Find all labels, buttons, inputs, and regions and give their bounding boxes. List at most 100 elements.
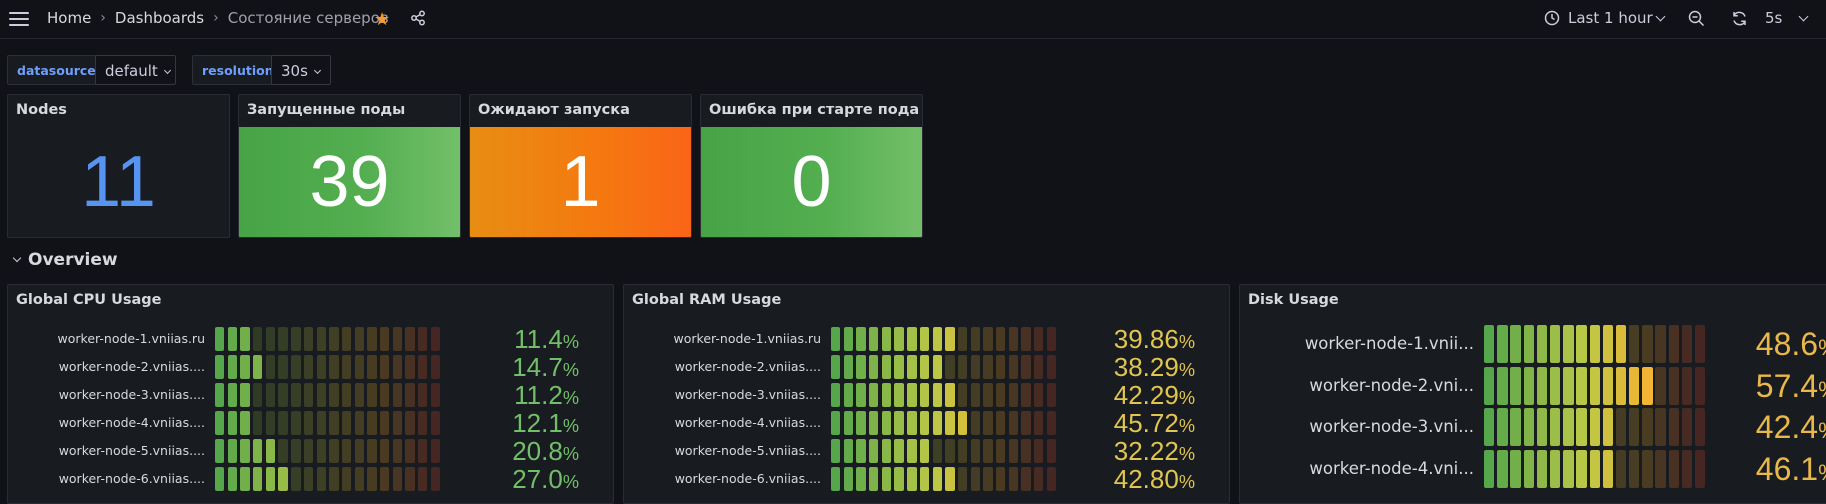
gauge-cell: [1615, 325, 1627, 363]
gauge-cell: [1695, 449, 1706, 488]
gauge-cell: [1021, 327, 1031, 351]
gauge-cell: [907, 327, 917, 351]
gauge-cell: [303, 439, 314, 463]
gauge-cell: [894, 467, 904, 491]
gauge-cell: [1510, 325, 1521, 363]
gauge-cell: [341, 439, 352, 463]
gauge-cell: [367, 327, 377, 351]
clock-icon[interactable]: [1544, 10, 1560, 30]
share-icon[interactable]: [410, 10, 426, 30]
gauge-cell: [995, 439, 1006, 463]
gauge-value-unit: %: [562, 388, 579, 408]
star-icon[interactable]: ★: [374, 9, 390, 30]
gauge-cell: [1655, 325, 1666, 363]
gauge-cell: [843, 327, 854, 351]
gauge-value-number: 11.2: [514, 380, 563, 410]
breadcrumb-dashboards[interactable]: Dashboards: [115, 9, 204, 27]
gauge-cell: [881, 411, 892, 435]
datasource-select[interactable]: default: [95, 55, 176, 85]
gauge-cell: [392, 411, 403, 435]
gauge-cell: [430, 411, 441, 435]
breadcrumb-home[interactable]: Home: [47, 9, 91, 27]
gauge-cell: [1034, 327, 1044, 351]
gauge-cell: [919, 355, 930, 379]
row-toggle-overview[interactable]: Overview: [12, 250, 118, 270]
gauge-bar: [215, 467, 441, 491]
gauge-cell: [329, 467, 339, 491]
refresh-icon[interactable]: [1731, 10, 1748, 31]
chevron-down-icon[interactable]: [1655, 11, 1666, 22]
gauge-cell: [957, 467, 968, 491]
gauge-value: 42.29%: [1114, 381, 1195, 409]
gauge-value-unit: %: [562, 416, 579, 436]
stat-panel-nodes[interactable]: Nodes 11: [7, 94, 230, 238]
gauge-cell: [1576, 325, 1587, 363]
gauge-cell: [1549, 449, 1561, 488]
gauge-cell: [392, 355, 403, 379]
gauge-bar: [1484, 449, 1706, 488]
gauge-cell: [240, 411, 250, 435]
gauge-value-unit: %: [1818, 377, 1826, 402]
panel-disk-usage[interactable]: Disk Usage worker-node-1.vnii... 48.6% wor…: [1239, 284, 1826, 504]
gauge-cell: [1681, 366, 1693, 405]
gauge-cell: [881, 355, 892, 379]
gauge-cell: [970, 439, 980, 463]
gauge-cell: [932, 467, 942, 491]
gauge-value-number: 46.1: [1755, 450, 1819, 487]
gauge-cell: [265, 383, 276, 407]
gauge-cell: [957, 327, 968, 351]
panel-global-ram-usage[interactable]: Global RAM Usage worker-node-1.vniias.ru…: [623, 284, 1230, 504]
gauge-cell: [1021, 355, 1031, 379]
panel-title: Global RAM Usage: [632, 292, 782, 308]
panel-global-cpu-usage[interactable]: Global CPU Usage worker-node-1.vniias.ru…: [7, 284, 614, 504]
gauge-cell: [278, 439, 288, 463]
time-range-picker[interactable]: Last 1 hour: [1568, 9, 1653, 27]
gauge-cell: [253, 467, 263, 491]
zoom-out-icon[interactable]: [1688, 10, 1705, 31]
gauge-cell: [1484, 366, 1495, 405]
panel-title: Global CPU Usage: [16, 292, 162, 308]
gauge-cell: [1681, 449, 1693, 488]
gauge-row-label: worker-node-4.vniias....: [674, 415, 821, 430]
gauge-cell: [1484, 449, 1495, 488]
gauge-bar: [215, 411, 441, 435]
gauge-cell: [430, 327, 441, 351]
gauge-cell: [1008, 355, 1019, 379]
gauge-cell: [907, 355, 917, 379]
gauge-cell: [1615, 366, 1627, 405]
gauge-cell: [379, 411, 390, 435]
gauge-cell: [894, 355, 904, 379]
gauge-cell: [253, 327, 263, 351]
gauge-bar: [1484, 325, 1706, 363]
gauge-cell: [1629, 449, 1640, 488]
gauge-bar: [831, 439, 1057, 463]
gauge-cell: [291, 439, 301, 463]
gauge-value: 42.4%: [1756, 406, 1826, 448]
gauge-cell: [405, 467, 415, 491]
resolution-select[interactable]: 30s: [271, 55, 331, 85]
gauge-cell: [932, 439, 942, 463]
gauge-cell: [1034, 383, 1044, 407]
refresh-interval-picker[interactable]: 5s: [1765, 9, 1782, 27]
menu-icon[interactable]: [9, 12, 29, 26]
gauge-cell: [1589, 449, 1600, 488]
gauge-value-number: 39.86: [1113, 324, 1179, 354]
stat-panel-running-pods[interactable]: Запущенные поды 39: [238, 94, 461, 238]
chevron-down-icon[interactable]: [1798, 11, 1809, 22]
gauge-bar: [215, 439, 441, 463]
gauge-bar: [215, 383, 441, 407]
stat-panel-pending-pods[interactable]: Ожидают запуска 1: [469, 94, 692, 238]
gauge-cell: [881, 467, 892, 491]
gauge-cell: [1629, 408, 1640, 446]
stat-panel-pod-start-errors[interactable]: Ошибка при старте пода 0: [700, 94, 923, 238]
stat-value: 1: [560, 142, 601, 222]
gauge-cell: [215, 383, 225, 407]
gauge-cell: [253, 355, 263, 379]
gauge-cell: [957, 411, 968, 435]
gauge-cell: [303, 355, 314, 379]
gauge-cell: [329, 383, 339, 407]
gauge-cell: [253, 439, 263, 463]
gauge-cell: [970, 467, 980, 491]
gauge-cell: [856, 327, 866, 351]
gauge-cell: [265, 439, 276, 463]
